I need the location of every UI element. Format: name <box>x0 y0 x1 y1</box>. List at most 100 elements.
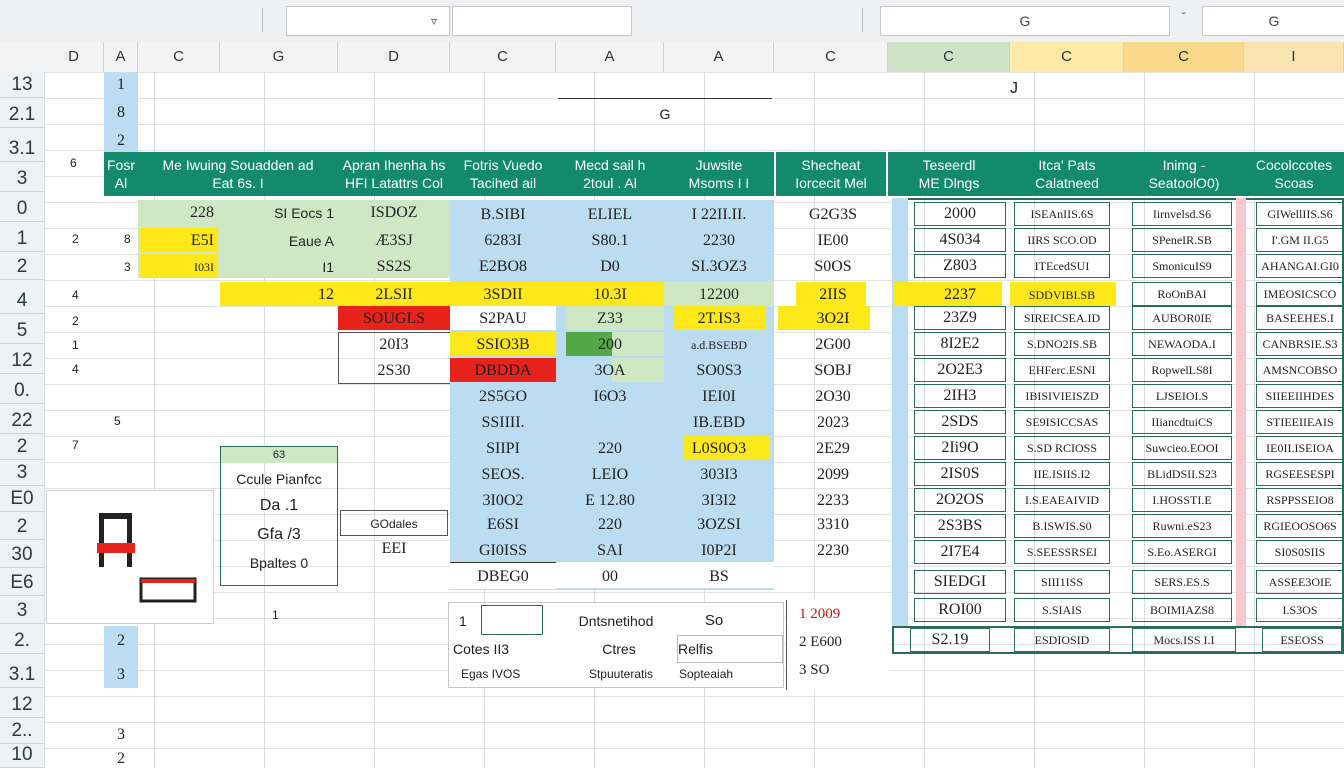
cell[interactable]: SOUGLS <box>338 306 450 332</box>
cell[interactable]: S.DNO2IS.SB <box>1014 332 1110 356</box>
cell[interactable]: E2BO8 <box>450 254 556 280</box>
row-header[interactable]: 3.1 <box>0 136 44 162</box>
cell[interactable]: ISDOZ <box>338 200 450 226</box>
cell[interactable]: J <box>1010 76 1030 102</box>
cell[interactable]: 10.3I <box>556 282 664 308</box>
cell[interactable]: ROI00 <box>914 598 1006 622</box>
cell[interactable]: Æ3SJ <box>338 228 450 254</box>
cell[interactable]: SO0S3 <box>664 358 774 384</box>
header-cell[interactable]: Itca' PatsCalatneed <box>1010 152 1124 196</box>
cell[interactable]: B.SIBI <box>450 202 556 228</box>
cell[interactable]: 3OZSI <box>664 512 774 538</box>
column-header[interactable]: D <box>44 42 104 72</box>
header-cell[interactable]: ShecheatIorcecit Mel <box>776 152 886 196</box>
cell[interactable]: I.S.EAEAIVID <box>1014 488 1110 512</box>
cell[interactable]: 2IS0S <box>914 462 1006 486</box>
cell[interactable]: AMSNCOBSO <box>1256 358 1344 382</box>
cell[interactable]: ITEcedSUI <box>1014 254 1110 278</box>
row-header[interactable]: 2 <box>0 434 44 460</box>
cell[interactable]: SI Eocs 1 <box>220 200 334 226</box>
cell[interactable]: RoOnBAI <box>1132 282 1232 306</box>
row-header[interactable]: 2 <box>0 514 44 540</box>
cell[interactable]: 2Ii9O <box>914 436 1006 460</box>
cell[interactable]: SSIO3B <box>450 332 556 358</box>
cell[interactable]: ISEAnIIS.6S <box>1014 202 1110 226</box>
cell[interactable]: LEIO <box>556 462 664 488</box>
row-header[interactable]: 22 <box>0 408 44 434</box>
cell[interactable]: IE00 <box>778 228 888 254</box>
cell[interactable]: ESEOSS <box>1262 628 1342 652</box>
cell[interactable]: 20I3 <box>338 332 450 358</box>
cell[interactable]: IB.EBD <box>664 410 774 436</box>
cell[interactable]: 2G00 <box>778 332 888 358</box>
cell[interactable]: I03I <box>140 254 218 280</box>
row-header[interactable]: 2 <box>0 254 44 280</box>
row-header[interactable]: 10 <box>0 742 44 768</box>
cell[interactable]: 2230 <box>778 538 888 564</box>
cell[interactable]: NEWAODA.I <box>1132 332 1232 356</box>
cell[interactable]: 2O30 <box>778 384 888 410</box>
search-field[interactable]: G <box>880 6 1170 36</box>
cell[interactable]: 3O2I <box>778 306 888 332</box>
cell[interactable]: 3I3I2 <box>664 488 774 514</box>
cell[interactable]: S0OS <box>778 254 888 280</box>
column-header[interactable]: C <box>1010 42 1124 72</box>
row-header[interactable]: 2. <box>0 628 44 654</box>
cell[interactable]: IEI0I <box>664 384 774 410</box>
cell[interactable]: Eaue A <box>220 228 334 254</box>
column-header[interactable]: C <box>138 42 220 72</box>
cell[interactable]: 1 <box>272 602 292 628</box>
cell[interactable]: 2IH3 <box>914 384 1006 408</box>
cell[interactable]: GOdales <box>340 510 448 536</box>
cell[interactable]: E5I <box>140 228 218 254</box>
cell[interactable]: BOIMIAZS8 <box>1132 598 1232 622</box>
cell[interactable]: SI0S0SIIS <box>1256 540 1344 564</box>
cell[interactable]: DBEG0 <box>450 564 556 590</box>
cell[interactable]: 2 <box>104 746 138 772</box>
cell[interactable]: Z33 <box>556 306 664 332</box>
cell[interactable]: I.S3OS <box>1256 598 1344 622</box>
column-header[interactable]: I <box>1244 42 1344 72</box>
cell[interactable]: 2 <box>104 128 138 154</box>
cell[interactable]: 2O2E3 <box>914 358 1006 382</box>
row-header[interactable]: 3 <box>0 598 44 624</box>
cell[interactable]: 2000 <box>914 202 1006 226</box>
cell[interactable]: AUBOR0IE <box>1132 306 1232 330</box>
header-cell[interactable]: Apran Ihenha hsHFI Latattrs Col <box>338 152 450 196</box>
cell[interactable]: 2099 <box>778 462 888 488</box>
column-header[interactable]: A <box>104 42 138 72</box>
cell[interactable]: RGSEESESPI <box>1256 462 1344 486</box>
cell[interactable]: SAI <box>556 538 664 564</box>
cell[interactable]: I.HOSSTI.E <box>1132 488 1232 512</box>
cell[interactable]: ESDIOSID <box>1014 628 1110 652</box>
cell[interactable]: ASSEE3OIE <box>1256 570 1344 594</box>
cell[interactable]: S.Eo.ASERGI <box>1132 540 1232 564</box>
header-cell[interactable]: Mecd sail h2toul . Al <box>556 152 664 196</box>
cell[interactable]: 2237 <box>914 282 1006 308</box>
row-header[interactable]: 3.1 <box>0 662 44 688</box>
row-header[interactable]: 2.. <box>0 718 44 744</box>
cell[interactable]: S2.19 <box>910 628 990 652</box>
cell[interactable]: AHANGAI.GI0 <box>1256 254 1344 278</box>
cell[interactable]: E 12.80 <box>556 488 664 514</box>
cell[interactable]: 2 <box>72 308 92 334</box>
header-cell[interactable]: Inimg -SeatoolO0) <box>1124 152 1244 196</box>
name-box[interactable]: ▿ <box>286 6 450 36</box>
cell[interactable]: I1 <box>220 254 334 280</box>
cell[interactable]: 8I2E2 <box>914 332 1006 356</box>
cell[interactable]: 4S034 <box>914 228 1006 252</box>
cell[interactable]: IMEOSICSCO <box>1256 282 1344 306</box>
row-header[interactable]: 2.1 <box>0 102 44 128</box>
cell[interactable]: Iirnvelsd.S6 <box>1132 202 1232 226</box>
cell[interactable]: 23Z9 <box>914 306 1006 330</box>
row-header[interactable]: 0 <box>0 196 44 222</box>
cell[interactable]: ELIEL <box>556 202 664 228</box>
sheet-field[interactable]: G <box>1202 6 1344 36</box>
cell[interactable]: Suwcieo.EOOI <box>1132 436 1232 460</box>
row-header[interactable]: 0. <box>0 378 44 404</box>
cell[interactable]: SS2S <box>338 254 450 280</box>
cell[interactable]: SPeneIR.SB <box>1132 228 1232 252</box>
row-header[interactable]: E0 <box>0 486 44 512</box>
cell[interactable]: Z803 <box>914 254 1006 278</box>
cell[interactable]: 2 <box>72 226 92 252</box>
